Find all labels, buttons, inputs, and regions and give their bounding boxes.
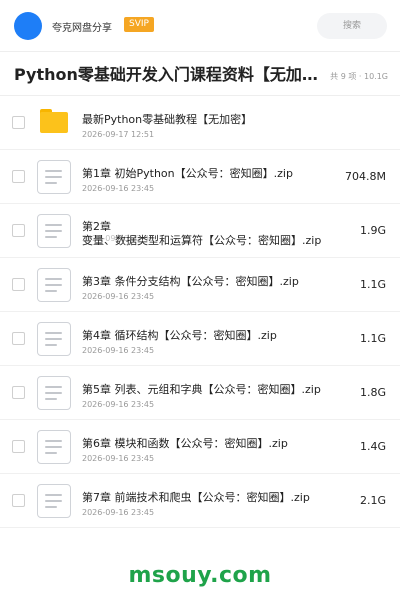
file-size: 1.9G (359, 224, 386, 237)
select-checkbox[interactable] (12, 116, 25, 129)
select-checkbox[interactable] (12, 386, 25, 399)
file-name: 第5章 列表、元组和字典【公众号：密知圈】.zip (82, 383, 321, 396)
file-name-line-2: 变量、数据类型和运算符【公众号：密知圈】.zip (82, 234, 322, 247)
select-checkbox[interactable] (12, 170, 25, 183)
zip-file-icon (37, 484, 71, 518)
svip-badge: SVIP (124, 17, 154, 32)
file-date: 2026-09-16 23:45 (82, 400, 155, 409)
file-name: 第2章 变量、数据类型和运算符【公众号：密知圈】.zip (82, 220, 337, 248)
watermark-text: msouy.com (128, 563, 272, 588)
file-name-line-1: 第2章 (82, 220, 111, 233)
list-item[interactable]: 第1章 初始Python【公众号：密知圈】.zip 2026-09-16 23:… (0, 150, 400, 204)
file-size: 1.1G (359, 332, 386, 345)
list-item[interactable]: 第4章 循环结构【公众号：密知圈】.zip 2026-09-16 23:45 1… (0, 312, 400, 366)
file-size: 1.8G (359, 386, 386, 399)
list-item[interactable]: 2026-09-16 23:45 第2章 变量、数据类型和运算符【公众号：密知圈… (0, 204, 400, 258)
file-size: 1.1G (359, 278, 386, 291)
zip-file-icon (37, 268, 71, 302)
list-item[interactable]: 最新Python零基础教程【无加密】 2026-09-17 12:51 (0, 96, 400, 150)
folder-icon (40, 109, 68, 133)
list-item[interactable]: 第7章 前端技术和爬虫【公众号：密知圈】.zip 2026-09-16 23:4… (0, 474, 400, 528)
list-item[interactable]: 第5章 列表、元组和字典【公众号：密知圈】.zip 2026-09-16 23:… (0, 366, 400, 420)
file-date: 2026-09-16 23:45 (82, 346, 155, 355)
search-input[interactable]: 搜索 (317, 13, 387, 39)
file-name: 第6章 模块和函数【公众号：密知圈】.zip (82, 437, 288, 450)
file-name: 最新Python零基础教程【无加密】 (82, 113, 253, 126)
zip-file-icon (37, 160, 71, 194)
file-size: 2.1G (359, 494, 386, 507)
select-checkbox[interactable] (12, 440, 25, 453)
avatar[interactable] (14, 12, 42, 40)
file-name: 第3章 条件分支结构【公众号：密知圈】.zip (82, 275, 299, 288)
file-size: 704.8M (345, 170, 386, 183)
file-date: 2026-09-16 23:45 (82, 508, 155, 517)
share-meta: 共 9 项 · 10.1G (330, 72, 388, 81)
file-date: 2026-09-16 23:45 (82, 292, 155, 301)
select-checkbox[interactable] (12, 224, 25, 237)
page-title: Python零基础开发入门课程资料【无加密】、 (14, 65, 324, 84)
title-bar: Python零基础开发入门课程资料【无加密】、 共 9 项 · 10.1G (0, 52, 400, 96)
zip-file-icon (37, 214, 71, 248)
file-date: 2026-09-17 12:51 (82, 130, 155, 139)
file-date: 2026-09-16 23:45 (82, 454, 155, 463)
zip-file-icon (37, 322, 71, 356)
file-name: 第4章 循环结构【公众号：密知圈】.zip (82, 329, 277, 342)
file-date: 2026-09-16 23:45 (82, 184, 155, 193)
zip-file-icon (37, 376, 71, 410)
zip-file-icon (37, 430, 71, 464)
list-item[interactable]: 第3章 条件分支结构【公众号：密知圈】.zip 2026-09-16 23:45… (0, 258, 400, 312)
file-name: 第7章 前端技术和爬虫【公众号：密知圈】.zip (82, 491, 310, 504)
site-name: 夸克网盘分享 (52, 23, 112, 34)
select-checkbox[interactable] (12, 332, 25, 345)
list-item[interactable]: 第6章 模块和函数【公众号：密知圈】.zip 2026-09-16 23:45 … (0, 420, 400, 474)
share-header: 夸克网盘分享 SVIP 搜索 (0, 0, 400, 52)
select-checkbox[interactable] (12, 494, 25, 507)
file-name: 第1章 初始Python【公众号：密知圈】.zip (82, 167, 293, 180)
file-size: 1.4G (359, 440, 386, 453)
select-checkbox[interactable] (12, 278, 25, 291)
file-list: 最新Python零基础教程【无加密】 2026-09-17 12:51 第1章 … (0, 96, 400, 528)
